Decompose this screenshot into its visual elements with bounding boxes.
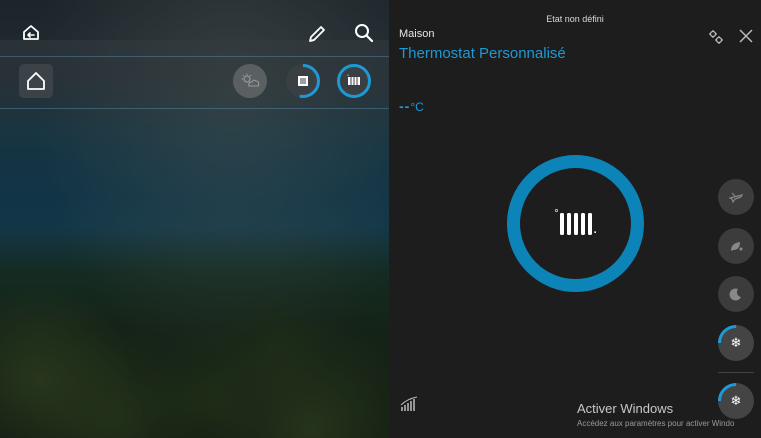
- chart-icon[interactable]: [399, 394, 421, 414]
- home-button[interactable]: [19, 64, 53, 98]
- windows-watermark-text: Accédez aux paramètres pour activer Wind…: [577, 419, 735, 428]
- moon-icon: [729, 288, 741, 301]
- location-label: Maison: [399, 28, 435, 40]
- windows-watermark-title: Activer Windows: [577, 401, 674, 416]
- thermostat-panel: Etat non défini Maison Thermostat Person…: [389, 0, 761, 438]
- sun-cloud-icon: [241, 73, 260, 87]
- temperature-unit: °C: [410, 100, 424, 114]
- home-icon: [27, 72, 45, 90]
- eco-mode-button[interactable]: [718, 228, 754, 264]
- thermostat-ring[interactable]: ° .: [507, 155, 644, 292]
- gears-icon[interactable]: [706, 27, 726, 47]
- frost-mode-button-2[interactable]: ❄: [718, 383, 754, 419]
- background-panel: °: [0, 0, 389, 438]
- pencil-icon[interactable]: [305, 22, 329, 46]
- state-label: Etat non défini: [546, 14, 604, 24]
- plane-icon: [729, 192, 743, 203]
- favorites-divider: [0, 108, 389, 109]
- temperature-value: --: [399, 98, 411, 114]
- sun-cloud-button[interactable]: [233, 64, 267, 98]
- heater-mode-button[interactable]: °: [337, 64, 371, 98]
- frost-mode-button[interactable]: ❄: [718, 325, 754, 361]
- temperature-readout: --°C: [399, 98, 424, 114]
- radiator-icon: ° .: [554, 207, 597, 236]
- back-home-icon[interactable]: [20, 22, 42, 44]
- mode-divider: [718, 372, 754, 373]
- search-icon[interactable]: [352, 21, 376, 45]
- scenario-button[interactable]: [286, 64, 320, 98]
- page-title: Thermostat Personnalisé: [399, 45, 566, 62]
- away-mode-button[interactable]: [718, 179, 754, 215]
- close-icon[interactable]: [736, 26, 756, 46]
- night-mode-button[interactable]: [718, 276, 754, 312]
- toolbar-divider: [0, 56, 389, 57]
- leaf-icon: [731, 242, 743, 251]
